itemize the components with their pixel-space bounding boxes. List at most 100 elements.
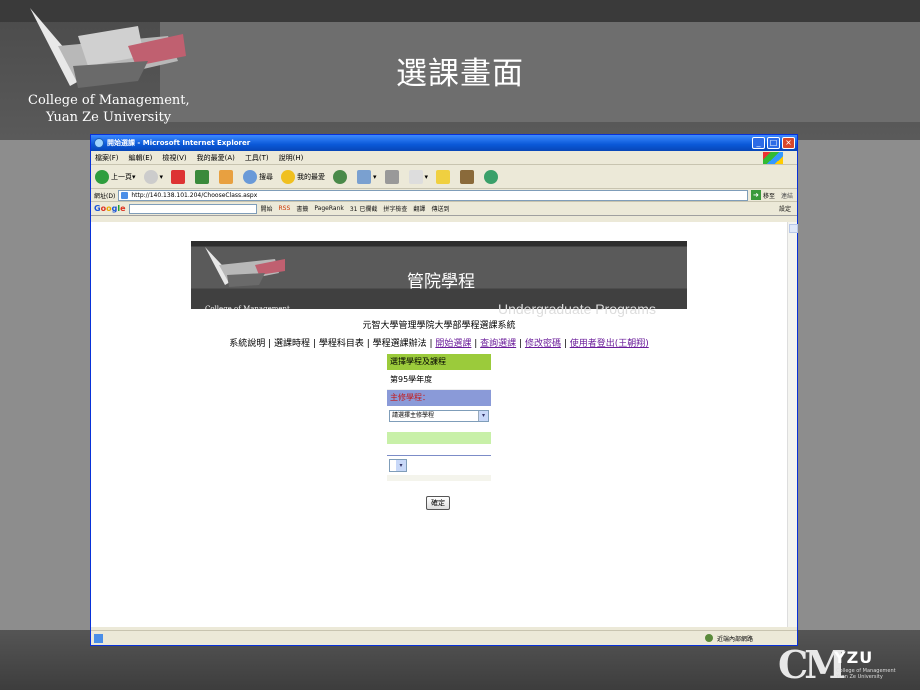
favorites-button[interactable]: 我的最愛 [281, 169, 326, 184]
menu-edit[interactable]: 編輯(E) [129, 153, 153, 163]
home-icon [219, 169, 234, 184]
main-program-label: 主修學程： [387, 390, 491, 406]
spellcheck-button[interactable]: 拼字檢查 [383, 204, 407, 213]
bookmarks-button[interactable]: 書籤 [296, 204, 308, 213]
slide-title: 選課畫面 [396, 56, 524, 92]
chevron-down-icon: ▾ [478, 411, 488, 421]
nav-start-selection-link[interactable]: 開始選課 [435, 339, 471, 349]
research-button[interactable] [460, 169, 476, 184]
nav-change-password-link[interactable]: 修改密碼 [525, 339, 561, 349]
vertical-scrollbar[interactable] [787, 222, 798, 627]
stop-button[interactable] [171, 169, 187, 184]
form-footer [387, 475, 491, 481]
go-arrow-icon: ➜ [750, 190, 761, 200]
banner-building-logo [205, 247, 285, 287]
back-label: 上一頁 [111, 172, 132, 181]
window-titlebar: 開始選課 - Microsoft Internet Explorer _ □ × [91, 135, 797, 151]
edit-button[interactable]: ▾ [408, 169, 428, 184]
messenger-button[interactable] [484, 169, 500, 184]
history-icon [333, 169, 348, 184]
college-name-line2: Yuan Ze University [46, 110, 172, 125]
page-content: College of Management, Yuan Ze Universit… [91, 222, 797, 627]
research-icon [460, 169, 475, 184]
popup-blocked-button[interactable]: 31 已攔截 [350, 204, 378, 213]
form-header: 選擇學程及課程 [387, 354, 491, 370]
college-name: College of Management, Yuan Ze Universit… [28, 92, 190, 126]
main-program-select[interactable]: 請選擇主修學程 ▾ [389, 410, 489, 422]
favorites-label: 我的最愛 [297, 172, 326, 181]
main-program-select-row: 請選擇主修學程 ▾ [387, 406, 491, 428]
minimize-button[interactable]: _ [752, 137, 765, 149]
home-button[interactable] [219, 169, 235, 184]
menu-tools[interactable]: 工具(T) [245, 153, 269, 163]
forward-button[interactable]: ▾ [143, 169, 163, 184]
word-icon [408, 169, 423, 184]
main-program-select-value: 請選擇主修學程 [392, 412, 435, 419]
stop-icon [171, 169, 186, 184]
folder-button[interactable] [436, 169, 452, 184]
translate-button[interactable]: 翻譯 [413, 204, 425, 213]
nav-logout-link[interactable]: 使用者登出(王朝翔) [570, 339, 649, 349]
go-label: 移至 [762, 192, 775, 200]
url-input[interactable]: http://140.138.101.204/ChooseClass.aspx [118, 189, 748, 201]
history-button[interactable] [333, 169, 349, 184]
blank-row [387, 444, 491, 456]
course-select[interactable]: ▾ [389, 459, 407, 472]
nav-query-selection-link[interactable]: 查詢選課 [480, 339, 516, 349]
chevron-down-icon: ▾ [396, 460, 406, 471]
print-icon [384, 169, 399, 184]
back-arrow-icon [95, 169, 109, 184]
links-label[interactable]: 連結 [781, 191, 793, 200]
print-button[interactable] [384, 169, 401, 184]
search-icon [243, 169, 258, 184]
google-toolbar: Google 開始 RSS 書籤 PageRank 31 已攔截 拼字檢查 翻譯… [91, 202, 797, 216]
nav-schedule[interactable]: 選課時程 [274, 339, 310, 349]
system-title: 元智大學管理學院大學部學程選課系統 [362, 321, 516, 331]
google-go-button[interactable]: 開始 [261, 204, 273, 213]
academic-year: 第95學年度 [387, 370, 491, 390]
ie-icon [94, 138, 104, 148]
standard-toolbar: 上一頁 ▾ ▾ 搜尋 我的最愛 ▾ ▾ [91, 165, 797, 189]
top-navigation: 系統說明 | 選課時程 | 學程科目表 | 學程選課辦法 | 開始選課 | 查詢… [229, 339, 649, 349]
menu-bar: 檔案(F) 編輯(E) 檢視(V) 我的最愛(A) 工具(T) 說明(H) [91, 151, 797, 165]
google-search-input[interactable] [128, 203, 257, 214]
refresh-icon [195, 169, 210, 184]
search-button[interactable]: 搜尋 [243, 169, 273, 184]
status-bar: 近端內部網路 [91, 630, 797, 645]
yzu-logo-subtitle: College of Management Yuan Ze University [836, 668, 896, 680]
maximize-button[interactable]: □ [767, 137, 780, 149]
college-name-line1: College of Management, [28, 93, 190, 108]
messenger-icon [484, 169, 499, 184]
ie-browser-window: 開始選課 - Microsoft Internet Explorer _ □ ×… [90, 134, 798, 646]
folder-icon [436, 169, 451, 184]
programs-banner: College of Management, Yuan Ze Universit… [191, 241, 687, 321]
address-label: 網址(D) [94, 192, 116, 200]
close-button[interactable]: × [782, 137, 795, 149]
google-logo: Google [94, 204, 126, 213]
yzu-logo-text: YZU [834, 648, 874, 667]
refresh-button[interactable] [195, 169, 211, 184]
page-status-icon [94, 633, 103, 643]
menu-view[interactable]: 檢視(V) [162, 153, 186, 163]
rss-button[interactable]: RSS [279, 205, 291, 212]
course-list-row [387, 432, 491, 444]
nav-course-table[interactable]: 學程科目表 [319, 339, 364, 349]
menu-favorites[interactable]: 我的最愛(A) [197, 153, 235, 163]
window-title: 開始選課 - Microsoft Internet Explorer [107, 139, 251, 147]
banner-college-line1: College of Management, [205, 305, 293, 313]
menu-file[interactable]: 檔案(F) [95, 153, 119, 163]
mail-icon [357, 169, 372, 184]
cm-logo-letters: CM [778, 642, 846, 687]
settings-button[interactable]: 設定 [779, 204, 791, 213]
go-button[interactable]: ➜ 移至 [750, 190, 775, 200]
address-bar: 網址(D) http://140.138.101.204/ChooseClass… [91, 189, 797, 202]
sendto-button[interactable]: 傳送到 [431, 204, 449, 213]
banner-title: 管院學程 [407, 272, 475, 292]
nav-rules[interactable]: 學程選課辦法 [373, 339, 427, 349]
back-button[interactable]: 上一頁 ▾ [95, 169, 136, 184]
mail-button[interactable]: ▾ [357, 169, 377, 184]
menu-help[interactable]: 說明(H) [279, 153, 304, 163]
windows-logo-icon [763, 152, 783, 164]
confirm-button[interactable]: 確定 [426, 496, 450, 510]
nav-system-info[interactable]: 系統說明 [229, 339, 265, 349]
